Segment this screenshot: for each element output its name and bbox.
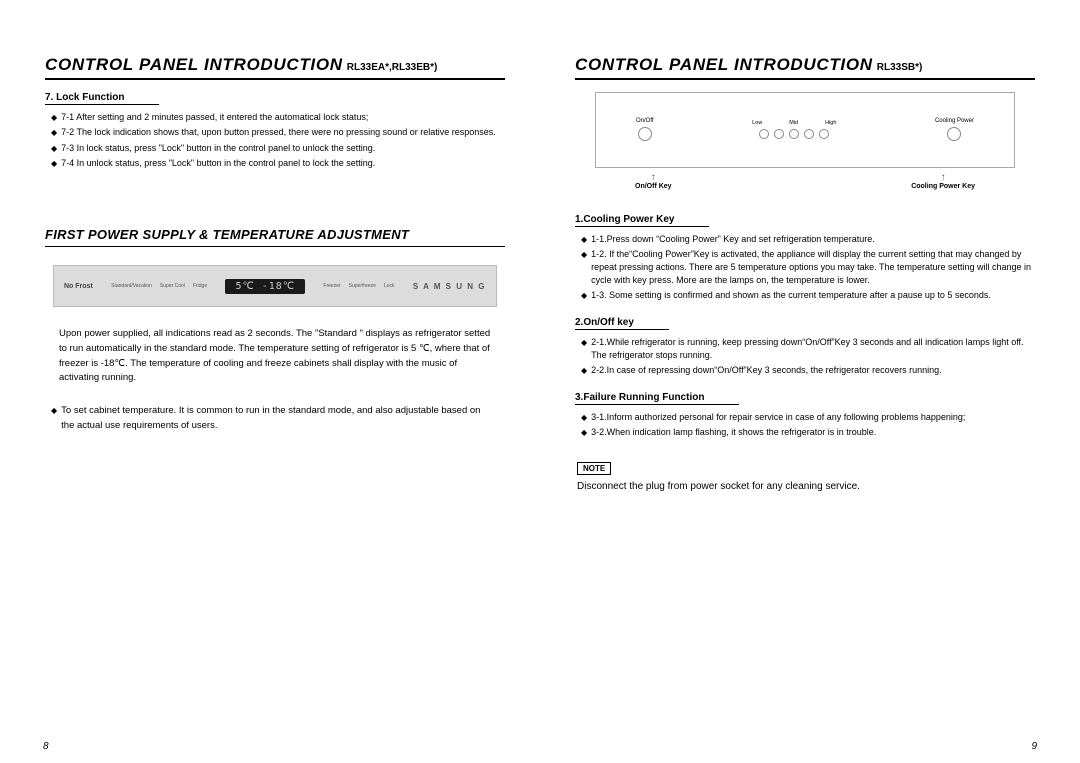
panel-labels-right: Freezer Superfreeze Lock (323, 283, 394, 289)
s2-heading: 2.On/Off key (575, 317, 1035, 330)
page-right: CONTROL PANEL INTRODUCTION RL33SB*) On/O… (540, 55, 1055, 738)
main-title-left: CONTROL PANEL INTRODUCTION (45, 55, 343, 75)
legend-cooling: ↑Cooling Power Key (911, 174, 975, 190)
cooling-group: Cooling Power (935, 118, 974, 141)
main-title-right: CONTROL PANEL INTRODUCTION (575, 55, 873, 75)
panel-labels-left: Standard/Vacation Super Cool Fridge (111, 283, 207, 289)
control-panel-illustration-b: On/Off Low Mid High Cooling Power (595, 92, 1015, 168)
paragraph-2: ◆ To set cabinet temperature. It is comm… (51, 404, 495, 433)
lamp-icon (789, 129, 799, 139)
list-item: ◆7-1 After setting and 2 minutes passed,… (51, 111, 505, 125)
list-item: ◆3-2.When indication lamp flashing, it s… (581, 426, 1035, 440)
s2-bullets: ◆2-1.While refrigerator is running, keep… (581, 336, 1035, 378)
button-icon (947, 127, 961, 141)
diamond-icon: ◆ (51, 157, 57, 171)
title-underline (45, 78, 505, 80)
nofrost-label: No Frost (64, 283, 93, 290)
list-item: ◆1-1.Press down “Cooling Power” Key and … (581, 233, 1035, 247)
diamond-icon: ◆ (51, 404, 57, 433)
s3-bullets: ◆3-1.Inform authorized personal for repa… (581, 411, 1035, 440)
page-number-left: 8 (43, 741, 49, 752)
note-label: NOTE (577, 462, 611, 475)
diamond-icon: ◆ (581, 336, 587, 350)
list-item: ◆3-1.Inform authorized personal for repa… (581, 411, 1035, 425)
section-underline (45, 246, 505, 247)
page-left: CONTROL PANEL INTRODUCTION RL33EA*,RL33E… (25, 55, 540, 738)
title-row-left: CONTROL PANEL INTRODUCTION RL33EA*,RL33E… (45, 55, 505, 75)
lamp-icon (774, 129, 784, 139)
diamond-icon: ◆ (581, 248, 587, 262)
list-item: ◆7-2 The lock indication shows that, upo… (51, 126, 505, 140)
control-panel-illustration-a: No Frost Standard/Vacation Super Cool Fr… (53, 265, 497, 307)
list-item: ◆7-4 In unlock status, press "Lock" butt… (51, 157, 505, 171)
temp-display: 5℃ -18℃ (225, 279, 305, 294)
diamond-icon: ◆ (581, 289, 587, 303)
diamond-icon: ◆ (581, 233, 587, 247)
page-number-right: 9 (1031, 741, 1037, 752)
up-arrow-icon: ↑ (635, 172, 672, 183)
lock-bullets: ◆7-1 After setting and 2 minutes passed,… (51, 111, 505, 171)
diamond-icon: ◆ (581, 411, 587, 425)
panel-legend: ↑On/Off Key ↑Cooling Power Key (635, 174, 975, 190)
legend-onoff: ↑On/Off Key (635, 174, 672, 190)
s3-heading: 3.Failure Running Function (575, 392, 1035, 405)
s1-bullets: ◆1-1.Press down “Cooling Power” Key and … (581, 233, 1035, 303)
list-item: ◆2-1.While refrigerator is running, keep… (581, 336, 1035, 362)
diamond-icon: ◆ (51, 126, 57, 140)
diamond-icon: ◆ (51, 142, 57, 156)
lamp-icon (804, 129, 814, 139)
onoff-group: On/Off (636, 118, 654, 141)
list-item: ◆1-3. Some setting is confirmed and show… (581, 289, 1035, 303)
model-right: RL33SB*) (877, 62, 923, 73)
section-title: FIRST POWER SUPPLY & TEMPERATURE ADJUSTM… (45, 227, 505, 242)
list-item: ◆1-2. If the“Cooling Power”Key is activa… (581, 248, 1035, 287)
button-icon (638, 127, 652, 141)
note-text: Disconnect the plug from power socket fo… (577, 481, 1035, 492)
diamond-icon: ◆ (581, 426, 587, 440)
title-row-right: CONTROL PANEL INTRODUCTION RL33SB*) (575, 55, 1035, 75)
title-underline (575, 78, 1035, 80)
model-left: RL33EA*,RL33EB*) (347, 62, 438, 73)
power-scale: Low Mid High (752, 120, 836, 139)
diamond-icon: ◆ (581, 364, 587, 378)
brand-label: S A M S U N G (413, 282, 486, 291)
diamond-icon: ◆ (51, 111, 57, 125)
lock-heading: 7. Lock Function (45, 92, 505, 105)
lamp-icon (819, 129, 829, 139)
up-arrow-icon: ↑ (911, 172, 975, 183)
paragraph-1: Upon power supplied, all indications rea… (59, 327, 495, 386)
list-item: ◆7-3 In lock status, press "Lock" button… (51, 142, 505, 156)
lamp-icon (759, 129, 769, 139)
list-item: ◆2-2.In case of repressing down“On/Off”K… (581, 364, 1035, 378)
s1-heading: 1.Cooling Power Key (575, 214, 1035, 227)
